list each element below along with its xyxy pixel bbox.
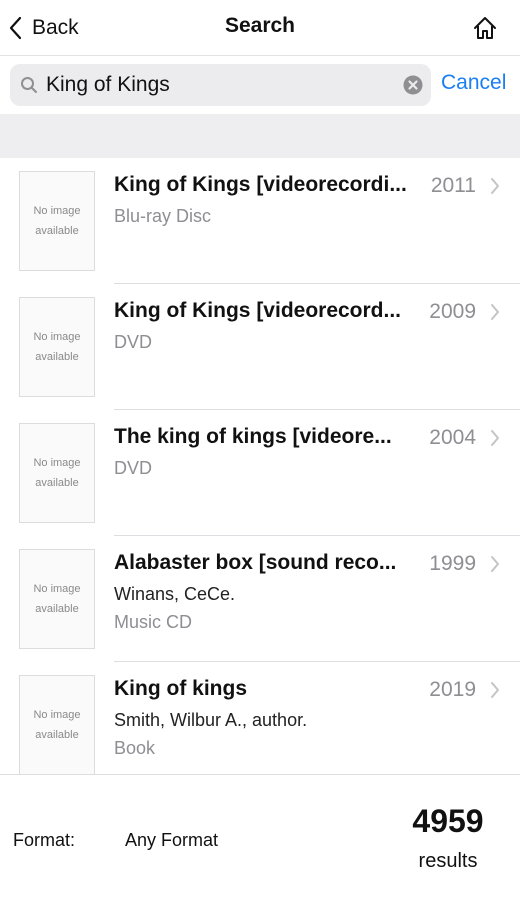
thumb-text: No image	[33, 709, 81, 721]
nav-bar: Back Search	[0, 0, 520, 56]
result-row[interactable]: No image available King of kings 2019 Sm…	[0, 662, 520, 774]
thumb-text: available	[35, 351, 79, 363]
result-format: DVD	[114, 458, 153, 478]
thumb-text: available	[35, 225, 79, 237]
result-title: Alabaster box [sound reco...	[114, 551, 397, 574]
chevron-right-icon	[491, 682, 499, 698]
cancel-button[interactable]: Cancel	[441, 71, 506, 95]
no-image-thumbnail: No image available	[19, 297, 95, 397]
result-year: 2011	[430, 174, 476, 197]
home-icon[interactable]	[472, 15, 498, 41]
result-row[interactable]: No image available King of Kings [videor…	[0, 284, 520, 410]
thumb-text: No image	[33, 457, 81, 469]
result-format: Book	[114, 738, 156, 758]
search-icon	[21, 77, 37, 93]
thumb-text: available	[35, 729, 79, 741]
no-image-thumbnail: No image available	[19, 171, 95, 271]
clear-icon[interactable]	[403, 75, 423, 95]
thumb-text: available	[35, 477, 79, 489]
chevron-right-icon	[491, 430, 499, 446]
no-image-thumbnail: No image available	[19, 549, 95, 649]
filter-band	[0, 114, 520, 158]
thumb-text: available	[35, 603, 79, 615]
results-footer: Format: Any Format 4959 results	[0, 774, 520, 900]
thumb-text: No image	[33, 583, 81, 595]
results-count-label: results	[418, 850, 478, 872]
chevron-right-icon	[491, 556, 499, 572]
format-selector[interactable]: Any Format	[125, 830, 218, 851]
result-row[interactable]: No image available Alabaster box [sound …	[0, 536, 520, 662]
result-row[interactable]: No image available The king of kings [vi…	[0, 410, 520, 536]
result-format: DVD	[114, 332, 153, 352]
result-year: 1999	[429, 552, 476, 575]
result-title: King of Kings [videorecordi...	[114, 173, 407, 196]
search-bar: Cancel	[0, 56, 520, 114]
result-title: King of Kings [videorecord...	[114, 299, 402, 322]
result-year: 2009	[429, 300, 476, 323]
result-title: The king of kings [videore...	[114, 425, 392, 448]
result-title: King of kings	[114, 677, 247, 700]
result-author: Smith, Wilbur A., author.	[114, 710, 308, 730]
result-author: Winans, CeCe.	[114, 584, 236, 604]
result-format: Music CD	[114, 612, 193, 632]
result-year: 2019	[429, 678, 476, 701]
no-image-thumbnail: No image available	[19, 675, 95, 774]
result-row[interactable]: No image available King of Kings [videor…	[0, 158, 520, 284]
result-format: Blu-ray Disc	[114, 206, 212, 226]
no-image-thumbnail: No image available	[19, 423, 95, 523]
search-input[interactable]	[46, 64, 396, 106]
chevron-right-icon	[491, 304, 499, 320]
thumb-text: No image	[33, 331, 81, 343]
page-title: Search	[224, 14, 296, 37]
format-label: Format:	[13, 830, 76, 850]
results-count: 4959	[412, 803, 484, 839]
results-list[interactable]: No image available King of Kings [videor…	[0, 158, 520, 774]
result-year: 2004	[429, 426, 476, 449]
thumb-text: No image	[33, 205, 81, 217]
chevron-right-icon	[491, 178, 499, 194]
search-field[interactable]	[10, 64, 431, 106]
